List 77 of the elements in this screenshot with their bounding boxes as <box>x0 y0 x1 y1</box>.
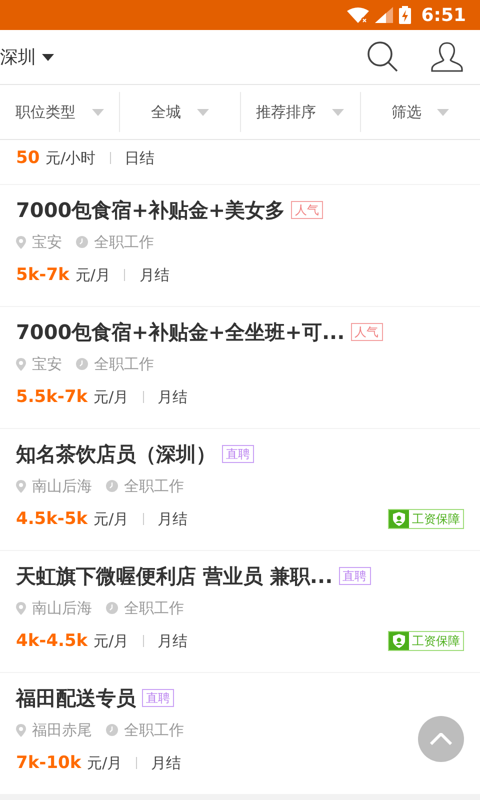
job-card[interactable]: 知名茶饮店员（深圳） 直聘 南山后海 全职工作 4.5k-5k 元/月 月结 工资保障 <box>0 429 480 550</box>
settlement-text: 月结 <box>139 266 170 284</box>
shield-icon <box>389 632 409 650</box>
job-type-text: 全职工作 <box>94 354 154 374</box>
location-text: 南山后海 <box>32 476 92 496</box>
salary-unit: 元/月 <box>87 754 122 772</box>
caret-icon <box>42 54 54 60</box>
salary-unit: 元/月 <box>94 632 129 650</box>
settlement-text: 月结 <box>158 510 188 528</box>
job-type-text: 全职工作 <box>94 232 154 252</box>
caret-icon <box>92 108 104 116</box>
location-pin-icon <box>16 602 26 614</box>
settlement-text: 月结 <box>158 388 188 406</box>
filter-dropdown[interactable]: 筛选 <box>360 92 480 132</box>
job-title: 7000包食宿+补贴金+美女多 <box>16 197 286 223</box>
job-title: 知名茶饮店员（深圳） <box>16 441 216 467</box>
job-card[interactable]: 天虹旗下微喔便利店 营业员 兼职... 直聘 南山后海 全职工作 4k-4.5k 元/月 月结 工资保障 <box>0 551 480 672</box>
settlement-text: 日结 <box>124 148 155 168</box>
job-card[interactable]: 7000包食宿+补贴金+美女多 人气 宝安 全职工作 5k-7k 元/月 月结 <box>0 185 480 306</box>
filter-dropdown[interactable]: 职位类型 <box>0 92 120 132</box>
clock-icon <box>76 236 88 248</box>
badge-text: 工资保障 <box>411 511 461 528</box>
search-button[interactable] <box>366 40 400 74</box>
clock-icon <box>76 358 88 370</box>
location-text: 宝安 <box>32 232 62 252</box>
salary-text: 50 <box>16 148 40 168</box>
clock-icon <box>106 480 118 492</box>
caret-icon <box>196 108 209 116</box>
location-text: 南山后海 <box>32 598 92 618</box>
location-text: 福田赤尾 <box>32 720 92 740</box>
job-title: 天虹旗下微喔便利店 营业员 兼职... <box>16 563 333 589</box>
salary-text: 7k-10k <box>16 753 82 773</box>
location-text: 宝安 <box>32 354 62 374</box>
status-time: 6:51 <box>421 4 466 26</box>
location-pin-icon <box>16 480 26 492</box>
job-tag: 人气 <box>350 323 383 341</box>
profile-button[interactable] <box>430 40 464 74</box>
city-selector[interactable]: 深圳 <box>0 37 54 77</box>
job-tag: 直聘 <box>222 445 254 463</box>
battery-icon <box>399 6 412 24</box>
shield-icon <box>389 510 409 528</box>
clock-icon <box>106 724 118 736</box>
salary-unit: 元/月 <box>75 266 110 284</box>
job-type-text: 全职工作 <box>124 476 184 496</box>
salary-text: 5k-7k <box>16 265 70 285</box>
location-pin-icon <box>16 236 26 248</box>
salary-unit: 元/月 <box>94 510 129 528</box>
salary-text: 4.5k-5k <box>16 509 88 529</box>
location-pin-icon <box>16 358 26 370</box>
job-tag: 直聘 <box>142 689 174 707</box>
job-tag: 人气 <box>291 201 324 219</box>
caret-icon <box>437 108 450 116</box>
filter-dropdown[interactable]: 推荐排序 <box>240 92 360 132</box>
job-type-text: 全职工作 <box>124 598 184 618</box>
caret-icon <box>332 108 344 116</box>
job-type-text: 全职工作 <box>124 720 184 740</box>
location-pin-icon <box>16 724 26 736</box>
settlement-text: 月结 <box>151 754 182 772</box>
job-card[interactable]: 50 元/小时 日结 <box>0 140 480 184</box>
search-icon <box>367 41 399 73</box>
salary-unit: 元/月 <box>94 388 129 406</box>
clock-icon <box>106 602 118 614</box>
salary-unit: 元/小时 <box>46 148 96 168</box>
job-title: 福田配送专员 <box>16 685 136 711</box>
salary-text: 4k-4.5k <box>16 631 88 651</box>
signal-icon <box>375 7 394 23</box>
job-card[interactable]: 7000包食宿+补贴金+全坐班+可... 人气 宝安 全职工作 5.5k-7k 元/月 月结 <box>0 307 480 428</box>
job-title: 7000包食宿+补贴金+全坐班+可... <box>16 319 345 345</box>
filter-dropdown[interactable]: 全城 <box>119 92 240 132</box>
user-icon <box>431 41 463 73</box>
badge-text: 工资保障 <box>411 633 461 650</box>
job-card[interactable]: 福田配送专员 直聘 福田赤尾 全职工作 7k-10k 元/月 月结 <box>0 673 480 794</box>
job-tag: 直聘 <box>338 567 371 585</box>
wifi-icon <box>347 7 370 23</box>
settlement-text: 月结 <box>158 632 188 650</box>
salary-text: 5.5k-7k <box>16 387 88 407</box>
chevron-up-icon <box>430 733 452 745</box>
